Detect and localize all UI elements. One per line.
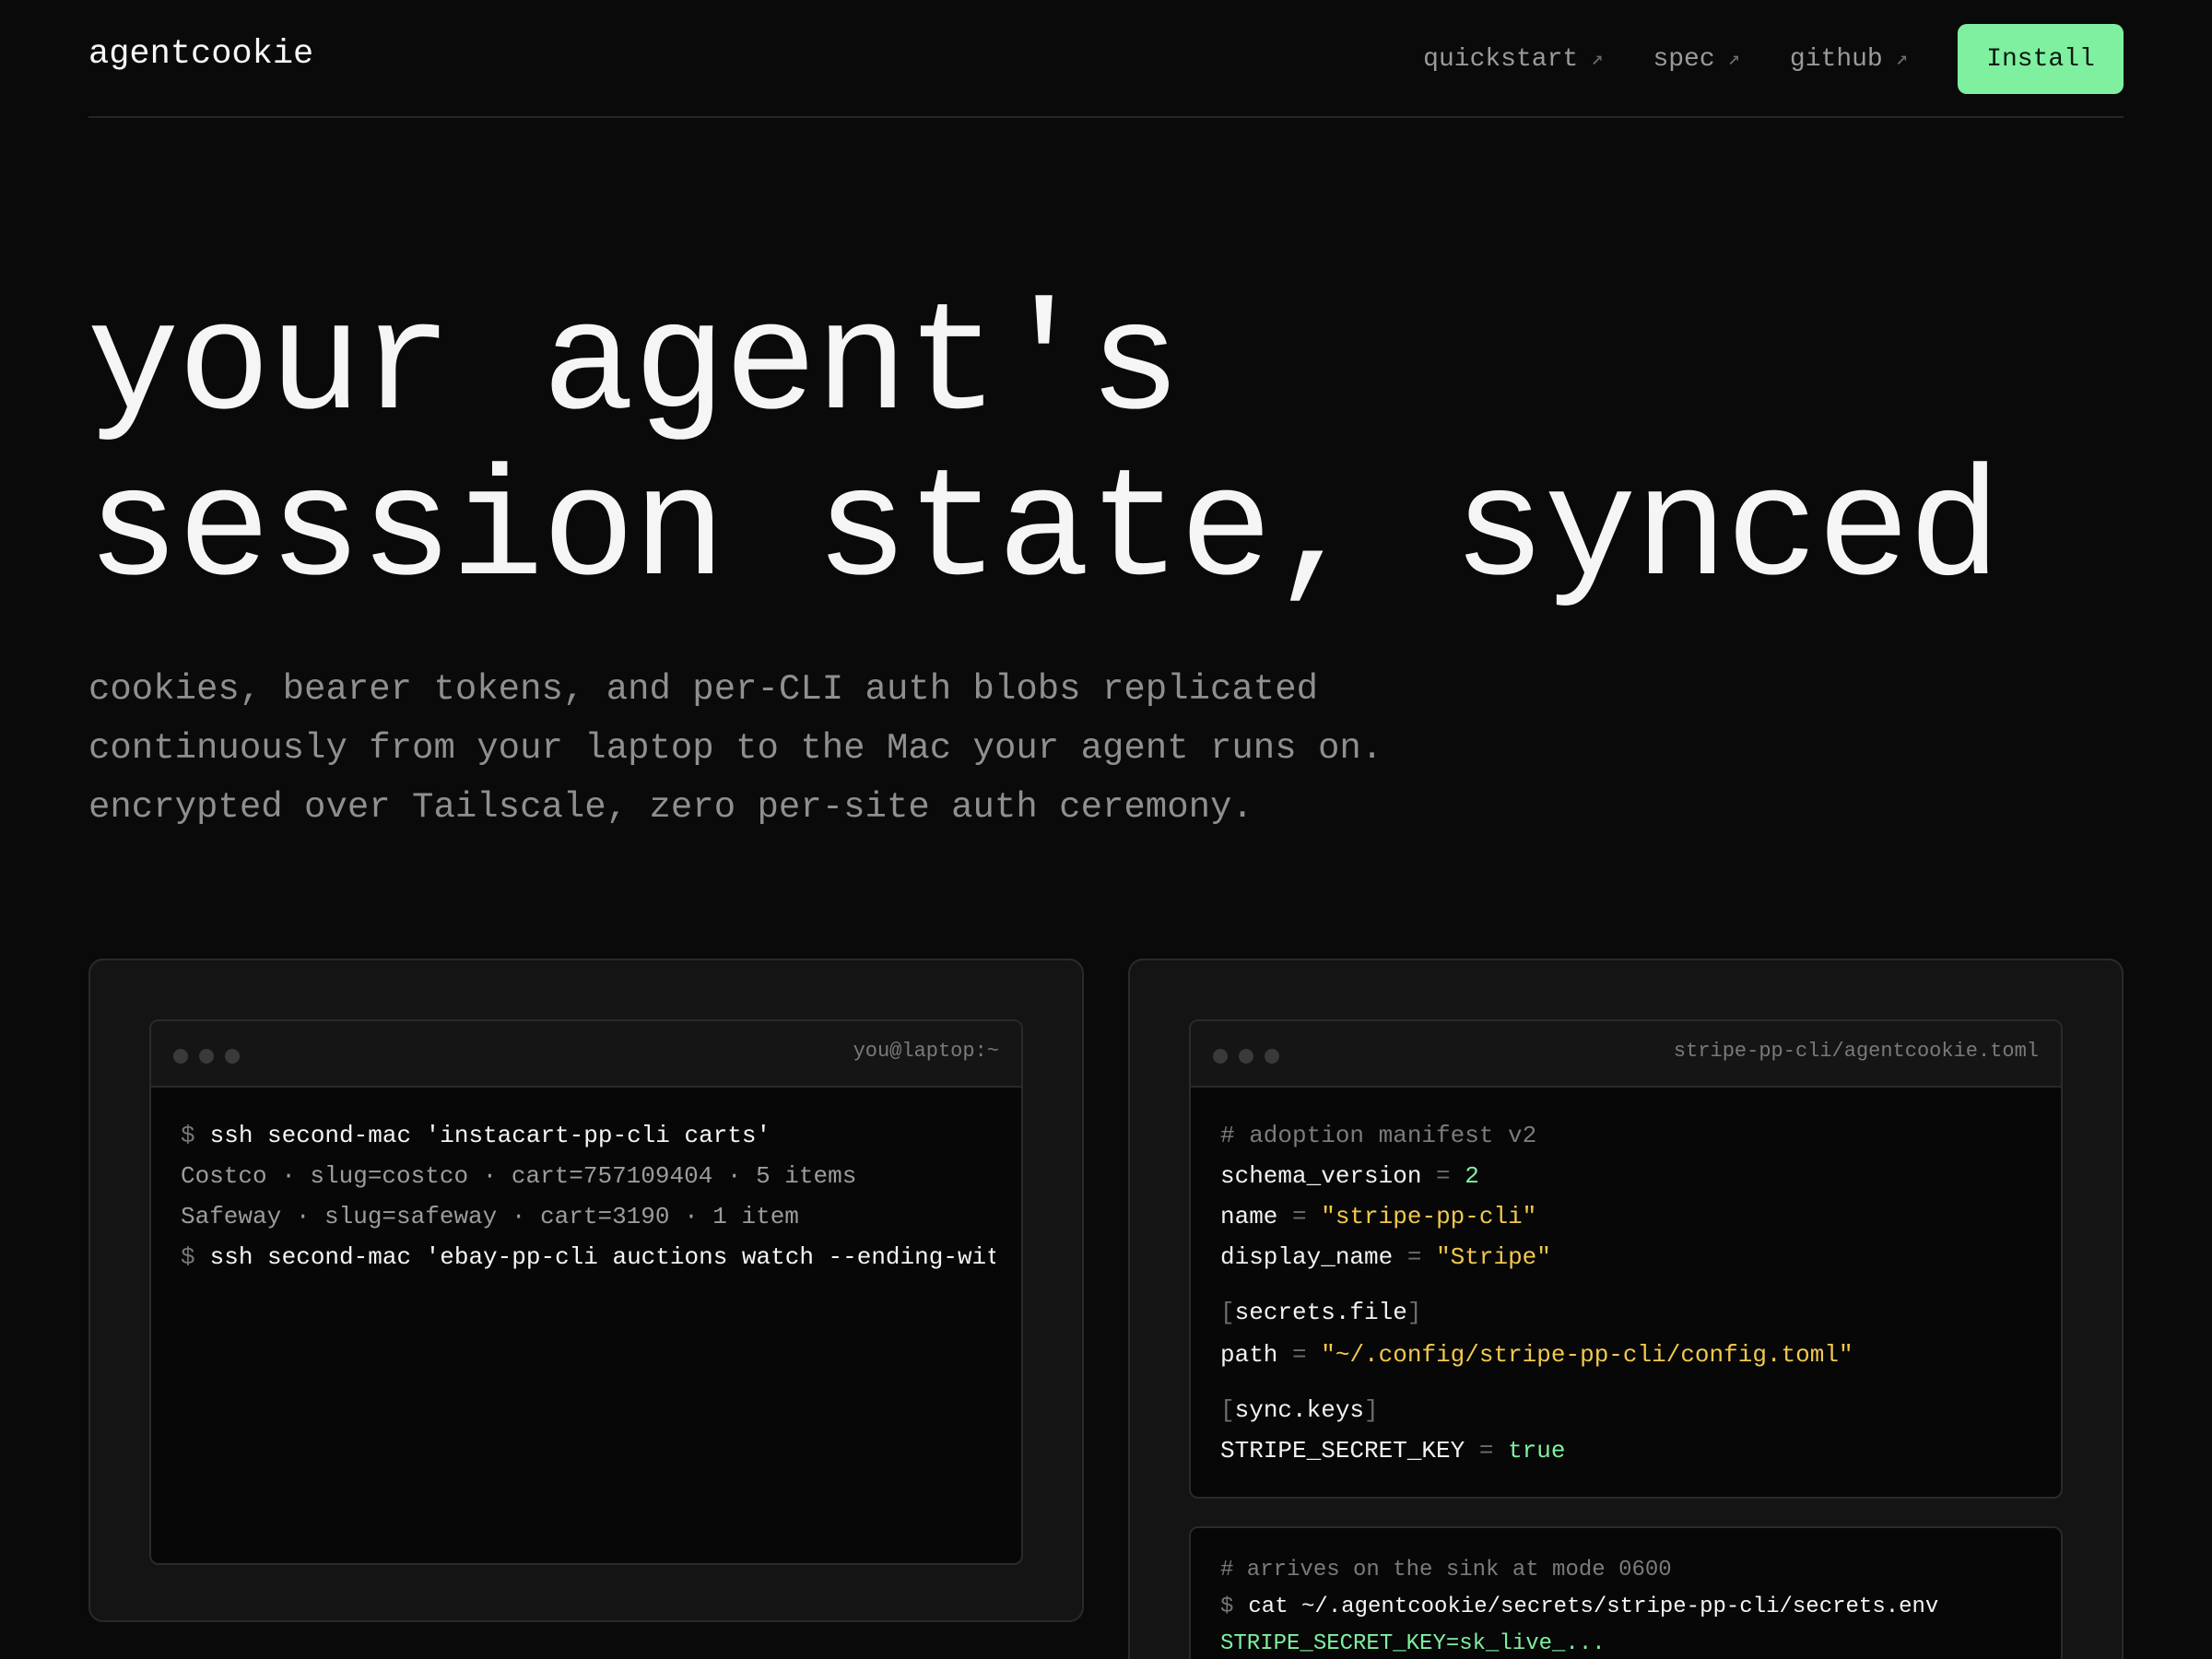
code-operator: =: [1292, 1203, 1307, 1230]
code-line: display_name = "Stripe": [1220, 1237, 2031, 1277]
window-controls: [173, 1049, 240, 1064]
code-bracket: ]: [1364, 1396, 1379, 1424]
top-nav: agentcookie quickstart ↗ spec ↗ github ↗…: [88, 0, 2124, 118]
hero-title: your agent's session state, synced: [87, 279, 2001, 620]
code-key: STRIPE_SECRET_KEY: [1220, 1437, 1465, 1465]
window-dot-icon: [225, 1049, 240, 1064]
nav-link-label: quickstart: [1423, 44, 1579, 74]
code-key: schema_version: [1220, 1162, 1422, 1190]
window-dot-icon: [1265, 1049, 1279, 1064]
hero-subtitle-line: continuously from your laptop to the Mac…: [88, 728, 1383, 769]
code-key: display_name: [1220, 1243, 1394, 1271]
code-value: "stripe-pp-cli": [1321, 1203, 1537, 1230]
terminal-window: you@laptop:~ $ ssh second-mac 'instacart-…: [149, 1019, 1023, 1565]
terminal-output: Costco · slug=costco · cart=757109404 · …: [181, 1162, 857, 1190]
hero-title-line: your agent's: [87, 279, 1182, 454]
code-value: "Stripe": [1436, 1243, 1551, 1271]
code-operator: =: [1478, 1437, 1494, 1465]
nav-link-quickstart[interactable]: quickstart ↗: [1423, 45, 1603, 74]
nav-link-label: spec: [1653, 44, 1715, 74]
terminal-command: ssh second-mac 'ebay-pp-cli auctions wat…: [209, 1243, 995, 1271]
prompt-symbol: $: [181, 1122, 195, 1149]
hero-subtitle-line: cookies, bearer tokens, and per-CLI auth…: [88, 669, 1319, 710]
terminal-line: $ ssh second-mac 'ebay-pp-cli auctions wa…: [181, 1237, 995, 1277]
code-spacer: [1220, 1277, 2031, 1292]
code-comment: # adoption manifest v2: [1220, 1122, 1537, 1149]
window-dot-icon: [199, 1049, 214, 1064]
code-section-name: secrets.file: [1234, 1299, 1407, 1326]
manifest-card: stripe-pp-cli/agentcookie.toml # adoptio…: [1128, 959, 2124, 1659]
external-link-icon: ↗: [1591, 48, 1604, 71]
code-line: path = "~/.config/stripe-pp-cli/config.t…: [1220, 1335, 2031, 1375]
code-section-name: sync.keys: [1234, 1396, 1365, 1424]
hero-subtitle: cookies, bearer tokens, and per-CLI auth…: [88, 660, 1563, 837]
brand-logo[interactable]: agentcookie: [88, 35, 313, 74]
prompt-symbol: $: [1220, 1594, 1234, 1619]
external-link-icon: ↗: [1727, 48, 1740, 71]
code-value: 2: [1465, 1162, 1479, 1190]
code-line: name = "stripe-pp-cli": [1220, 1196, 2031, 1237]
install-button[interactable]: Install: [1958, 24, 2124, 94]
code-operator: =: [1292, 1341, 1307, 1369]
nav-link-label: github: [1789, 44, 1883, 74]
prompt-symbol: $: [181, 1243, 195, 1271]
terminal-output: Safeway · slug=safeway · cart=3190 · 1 i…: [181, 1203, 799, 1230]
manifest-file-title: stripe-pp-cli/agentcookie.toml: [1673, 1040, 2039, 1063]
window-dot-icon: [1239, 1049, 1253, 1064]
code-operator: =: [1436, 1162, 1451, 1190]
window-dot-icon: [173, 1049, 188, 1064]
code-operator: =: [1406, 1243, 1422, 1271]
code-key: path: [1220, 1341, 1278, 1369]
terminal-line: $ ssh second-mac 'instacart-pp-cli carts': [181, 1115, 995, 1156]
manifest-titlebar: stripe-pp-cli/agentcookie.toml: [1191, 1021, 2061, 1088]
manifest-window: stripe-pp-cli/agentcookie.toml # adoptio…: [1189, 1019, 2063, 1499]
code-value: true: [1508, 1437, 1566, 1465]
hero-subtitle-line: encrypted over Tailscale, zero per-site …: [88, 787, 1253, 828]
code-value: "~/.config/stripe-pp-cli/config.toml": [1321, 1341, 1853, 1369]
sink-terminal[interactable]: # arrives on the sink at mode 0600 $ cat …: [1189, 1526, 2063, 1659]
window-dot-icon: [1213, 1049, 1228, 1064]
manifest-body[interactable]: # adoption manifest v2 schema_version = …: [1191, 1088, 2061, 1471]
code-bracket: [: [1220, 1396, 1235, 1424]
terminal-command: ssh second-mac 'instacart-pp-cli carts': [209, 1122, 771, 1149]
code-bracket: [: [1220, 1299, 1235, 1326]
nav-link-github[interactable]: github ↗: [1790, 45, 1908, 74]
code-section: [secrets.file]: [1220, 1292, 2031, 1333]
code-section: [sync.keys]: [1220, 1390, 2031, 1430]
terminal-titlebar: you@laptop:~: [151, 1021, 1021, 1088]
terminal-card: you@laptop:~ $ ssh second-mac 'instacart-…: [88, 959, 1084, 1622]
code-comment: # arrives on the sink at mode 0600: [1220, 1558, 1672, 1583]
terminal-command: cat ~/.agentcookie/secrets/stripe-pp-cli…: [1248, 1594, 1939, 1619]
nav-link-spec[interactable]: spec ↗: [1653, 45, 1739, 74]
code-line: STRIPE_SECRET_KEY = true: [1220, 1430, 2031, 1471]
terminal-line: $ cat ~/.agentcookie/secrets/stripe-pp-cl…: [1220, 1589, 2031, 1626]
hero-title-line: session state, synced: [87, 445, 2001, 620]
nav-links: quickstart ↗ spec ↗ github ↗ Install: [1423, 24, 2124, 94]
terminal-body[interactable]: $ ssh second-mac 'instacart-pp-cli carts'…: [151, 1088, 1021, 1277]
page: agentcookie quickstart ↗ spec ↗ github ↗…: [0, 0, 2212, 1659]
terminal-output: STRIPE_SECRET_KEY=sk_live_...: [1220, 1631, 1606, 1656]
terminal-title: you@laptop:~: [853, 1040, 999, 1063]
code-key: name: [1220, 1203, 1278, 1230]
code-line: schema_version = 2: [1220, 1156, 2031, 1196]
external-link-icon: ↗: [1895, 48, 1908, 71]
code-spacer: [1220, 1375, 2031, 1390]
code-bracket: ]: [1406, 1299, 1422, 1326]
window-controls: [1213, 1049, 1279, 1064]
